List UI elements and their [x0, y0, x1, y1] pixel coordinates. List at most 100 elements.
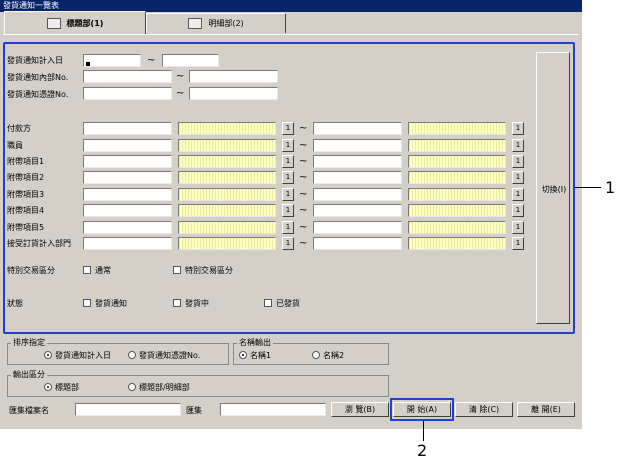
code-from-input[interactable]	[83, 204, 172, 217]
code-to-lookup-button[interactable]: 1	[512, 139, 524, 152]
start-highlight-box	[390, 398, 454, 421]
code-to-name-field	[408, 139, 506, 152]
code-to-input[interactable]	[313, 139, 402, 152]
code-from-lookup-button[interactable]: 1	[282, 204, 294, 217]
sort-by-date-radio[interactable]	[44, 351, 52, 359]
code-to-input[interactable]	[313, 122, 402, 135]
code-from-lookup-button[interactable]: 1	[282, 221, 294, 234]
range-tilde: ~	[176, 88, 185, 99]
tab-header[interactable]: 標題部(1)	[4, 11, 146, 35]
file-collect-label: 匯集	[186, 406, 202, 415]
output-header-detail-label: 標題部/明細部	[139, 383, 190, 392]
code-from-input[interactable]	[83, 171, 172, 184]
sort-by-date-label: 發貨通知計入日	[55, 351, 111, 360]
range-tilde: ~	[299, 189, 308, 200]
special-trade-normal-label: 通常	[95, 266, 111, 275]
code-field-label: 職員	[7, 141, 23, 150]
code-from-input[interactable]	[83, 221, 172, 234]
voucher-no-to-input[interactable]	[189, 87, 278, 100]
name-output-title: 名稱輸出	[237, 337, 273, 348]
range-tilde: ~	[299, 205, 308, 216]
sort-group-title: 排序指定	[11, 337, 47, 348]
code-field-label: 附帶項目5	[7, 223, 45, 232]
code-to-lookup-button[interactable]: 1	[512, 237, 524, 250]
switch-button-label: 切換(I)	[541, 185, 567, 194]
switch-button[interactable]: 切換(I)	[536, 52, 570, 324]
close-button[interactable]: 離 開(E)	[517, 402, 575, 417]
range-tilde: ~	[299, 156, 308, 167]
label-status: 狀態	[7, 299, 23, 308]
code-from-name-field	[178, 221, 276, 234]
name1-radio[interactable]	[239, 351, 247, 359]
status-shipping-label: 發貨中	[185, 299, 209, 308]
code-from-lookup-button[interactable]: 1	[282, 122, 294, 135]
code-from-name-field	[178, 204, 276, 217]
range-tilde: ~	[299, 172, 308, 183]
output-section-title: 輸出區分	[11, 369, 47, 380]
status-notified-checkbox[interactable]	[83, 299, 91, 307]
code-to-lookup-button[interactable]: 1	[512, 155, 524, 168]
code-to-lookup-button[interactable]: 1	[512, 188, 524, 201]
file-collect-input[interactable]	[220, 403, 326, 416]
status-shipping-checkbox[interactable]	[173, 299, 181, 307]
file-name-input[interactable]	[75, 403, 181, 416]
code-from-input[interactable]	[83, 155, 172, 168]
status-notified-label: 發貨通知	[95, 299, 127, 308]
tab-detail-label: 明細部(2)	[208, 19, 244, 28]
name2-radio[interactable]	[312, 351, 320, 359]
range-tilde: ~	[176, 71, 185, 82]
code-from-name-field	[178, 237, 276, 250]
code-to-input[interactable]	[313, 237, 402, 250]
code-from-lookup-button[interactable]: 1	[282, 188, 294, 201]
code-to-input[interactable]	[313, 204, 402, 217]
code-from-name-field	[178, 139, 276, 152]
clear-button[interactable]: 清 除(C)	[455, 402, 513, 417]
code-from-input[interactable]	[83, 237, 172, 250]
code-to-input[interactable]	[313, 171, 402, 184]
status-shipped-checkbox[interactable]	[264, 299, 272, 307]
code-to-input[interactable]	[313, 221, 402, 234]
code-field-label: 付款方	[7, 124, 31, 133]
tab-detail[interactable]: 明細部(2)	[146, 13, 286, 33]
code-to-name-field	[408, 188, 506, 201]
code-from-name-field	[178, 155, 276, 168]
voucher-no-from-input[interactable]	[83, 87, 172, 100]
tab-panel-border	[3, 34, 579, 35]
special-trade-special-checkbox[interactable]	[173, 266, 181, 274]
code-to-lookup-button[interactable]: 1	[512, 204, 524, 217]
output-header-detail-radio[interactable]	[128, 383, 136, 391]
code-from-input[interactable]	[83, 139, 172, 152]
code-from-lookup-button[interactable]: 1	[282, 171, 294, 184]
internal-no-to-input[interactable]	[189, 70, 278, 83]
code-to-name-field	[408, 221, 506, 234]
code-from-lookup-button[interactable]: 1	[282, 155, 294, 168]
code-from-input[interactable]	[83, 122, 172, 135]
browse-button[interactable]: 瀏 覽(B)	[331, 402, 389, 417]
ship-date-from-input[interactable]	[83, 54, 141, 67]
range-tilde: ~	[299, 123, 308, 134]
sort-by-voucher-radio[interactable]	[128, 351, 136, 359]
code-to-name-field	[408, 155, 506, 168]
code-from-input[interactable]	[83, 188, 172, 201]
ship-date-to-input[interactable]	[162, 54, 219, 67]
output-header-label: 標題部	[55, 383, 79, 392]
code-to-lookup-button[interactable]: 1	[512, 221, 524, 234]
document-icon	[188, 18, 203, 29]
text-cursor	[86, 62, 90, 66]
code-to-input[interactable]	[313, 155, 402, 168]
code-from-lookup-button[interactable]: 1	[282, 139, 294, 152]
code-to-input[interactable]	[313, 188, 402, 201]
callout-1-line	[575, 187, 601, 188]
callout-2-number: 2	[417, 441, 428, 460]
code-to-name-field	[408, 204, 506, 217]
internal-no-from-input[interactable]	[83, 70, 172, 83]
label-voucher-no: 發貨通知憑證No.	[7, 90, 69, 99]
tab-header-label: 標題部(1)	[66, 19, 104, 28]
callout-2-line	[423, 421, 424, 441]
code-to-lookup-button[interactable]: 1	[512, 122, 524, 135]
code-to-lookup-button[interactable]: 1	[512, 171, 524, 184]
output-header-radio[interactable]	[44, 383, 52, 391]
name1-label: 名稱1	[250, 351, 272, 360]
special-trade-normal-checkbox[interactable]	[83, 266, 91, 274]
code-from-lookup-button[interactable]: 1	[282, 237, 294, 250]
